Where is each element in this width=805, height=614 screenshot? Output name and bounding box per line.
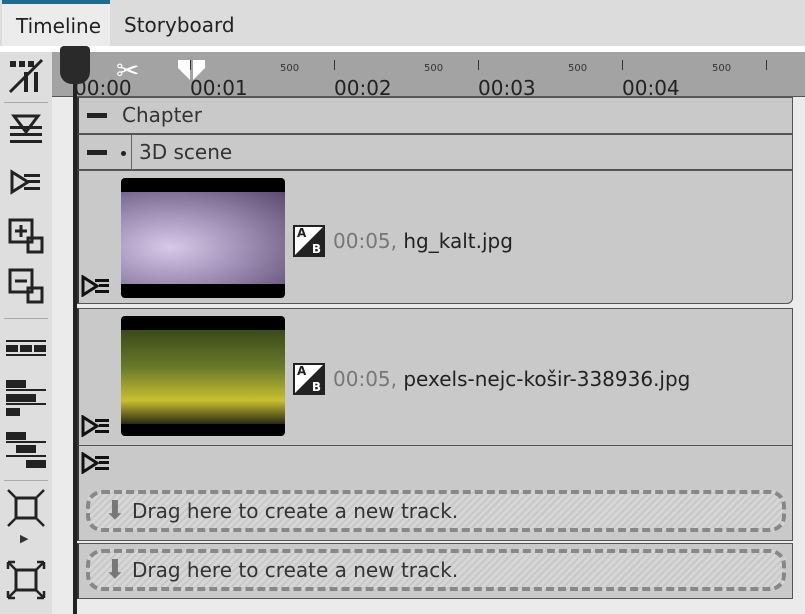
marker-icon[interactable] xyxy=(178,60,206,86)
clip-filename: hg_kalt.jpg xyxy=(403,229,513,253)
insert-marker-icon[interactable] xyxy=(6,108,46,148)
arrow-down-icon: ⬇ xyxy=(104,496,126,526)
track-icon xyxy=(81,274,111,302)
snap-markers-icon[interactable] xyxy=(6,56,46,96)
ms-label: 500 xyxy=(568,63,588,74)
ms-label: 500 xyxy=(712,63,732,74)
align-stagger-icon[interactable] xyxy=(6,430,46,470)
drop-zone[interactable]: ⬇ Drag here to create a new track. xyxy=(86,490,786,532)
collapse-icon[interactable] xyxy=(87,150,107,155)
ms-label: 500 xyxy=(280,63,300,74)
expand-arrow-icon[interactable]: ▶ xyxy=(20,532,28,545)
clip-duration: 00:05, xyxy=(333,229,397,253)
bullet-icon xyxy=(121,151,126,156)
align-left-icon[interactable] xyxy=(6,378,46,418)
time-ruler[interactable]: 00:00 00:01 00:02 00:03 00:04 500 500 50… xyxy=(52,52,805,100)
tab-storyboard[interactable]: Storyboard xyxy=(110,0,249,46)
clip-duration: 00:05, xyxy=(333,367,397,391)
empty-track[interactable]: ⬇ Drag here to create a new track. xyxy=(77,445,793,541)
fit-expand-icon[interactable] xyxy=(6,560,46,600)
track-1[interactable]: AB 00:05, hg_kalt.jpg xyxy=(77,170,793,304)
clip-thumbnail[interactable] xyxy=(121,178,285,298)
chapter-row[interactable]: Chapter xyxy=(77,97,793,134)
playhead-handle[interactable] xyxy=(60,46,90,84)
ms-label: 500 xyxy=(424,63,444,74)
track-icon xyxy=(81,414,111,442)
transition-icon[interactable]: AB xyxy=(293,363,325,395)
clip-filename: pexels-nejc-košir-338936.jpg xyxy=(403,367,691,391)
new-track-row[interactable]: ⬇ Drag here to create a new track. xyxy=(77,543,793,599)
remove-track-icon[interactable] xyxy=(6,266,46,306)
add-track-icon[interactable] xyxy=(6,216,46,256)
tab-bar: Timeline Storyboard xyxy=(0,0,805,46)
transition-icon[interactable]: AB xyxy=(293,225,325,257)
clip-thumbnail[interactable] xyxy=(121,316,285,436)
track-icon xyxy=(81,451,111,479)
filmstrip-icon[interactable] xyxy=(6,328,46,368)
scene-label: 3D scene xyxy=(139,140,233,164)
playhead[interactable] xyxy=(73,52,77,614)
scene-row[interactable]: 3D scene xyxy=(77,134,793,171)
drop-zone[interactable]: ⬇ Drag here to create a new track. xyxy=(86,549,786,591)
arrow-down-icon: ⬇ xyxy=(104,555,126,585)
fit-collapse-icon[interactable] xyxy=(6,488,46,528)
collapse-icon[interactable] xyxy=(87,113,107,118)
tab-timeline[interactable]: Timeline xyxy=(2,0,110,46)
left-toolbar: ▶ xyxy=(0,52,52,614)
clip-info: 00:05, pexels-nejc-košir-338936.jpg xyxy=(333,367,690,391)
track-icon[interactable] xyxy=(6,162,46,202)
track-2[interactable]: AB 00:05, pexels-nejc-košir-338936.jpg xyxy=(77,308,793,446)
scissors-icon[interactable]: ✂ xyxy=(116,54,139,87)
chapter-label: Chapter xyxy=(122,103,202,127)
clip-info: 00:05, hg_kalt.jpg xyxy=(333,229,513,253)
